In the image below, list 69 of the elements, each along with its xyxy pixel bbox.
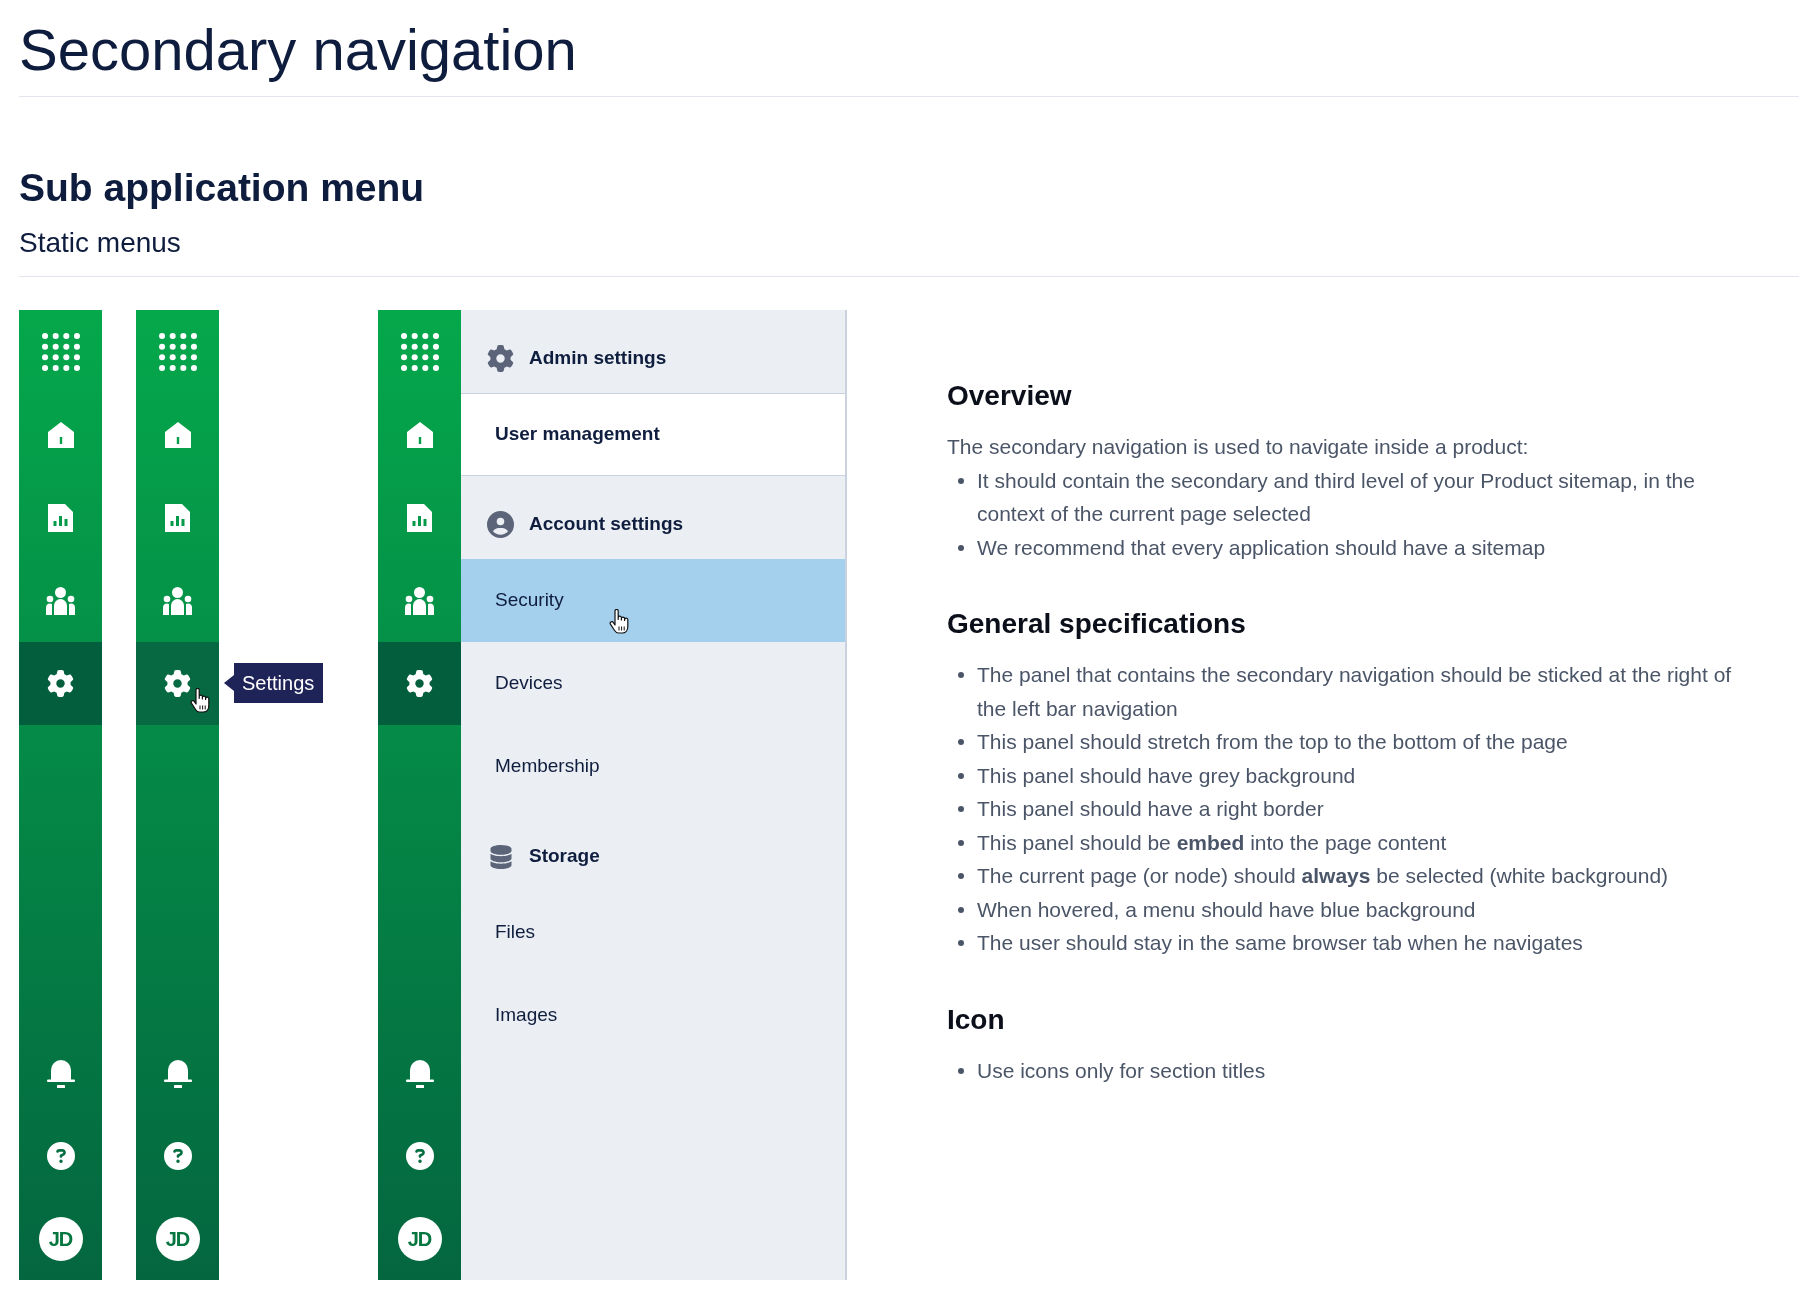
bell-icon (163, 1057, 192, 1088)
section-subtitle: Static menus (19, 229, 182, 257)
bullet-icon (958, 739, 964, 745)
menu-item[interactable]: Membership (461, 725, 845, 808)
avatar[interactable]: JD (38, 1216, 83, 1261)
hand-cursor-icon (190, 688, 210, 713)
menu-item[interactable]: Security (461, 559, 845, 642)
bullet-icon (958, 477, 964, 484)
dots-grid-icon (41, 332, 80, 371)
help-icon (163, 1141, 192, 1170)
home-icon (406, 421, 433, 448)
avatar[interactable]: JD (397, 1216, 442, 1261)
doc-heading: General specifications (947, 607, 1247, 641)
list-item-text: When hovered, a menu should have blue background (977, 896, 1477, 923)
help-icon (405, 1141, 434, 1170)
section-title: Sub application menu (19, 168, 426, 207)
doc-heading: Icon (947, 1002, 1006, 1037)
list-item-text: The user should stay in the same browser tab when he navigates (977, 930, 1584, 956)
menu-item[interactable]: User management (461, 393, 845, 476)
people-icon (163, 586, 192, 615)
list-item-text: The panel that contains the secondary navigation should be sticked at the right of the left bar navigation (977, 662, 1733, 722)
chart-document-icon (407, 503, 432, 532)
help-icon (46, 1141, 75, 1170)
menu-item[interactable]: Images (461, 974, 845, 1057)
avatar[interactable]: JD (155, 1216, 200, 1261)
list-item-text: This panel should have grey background (977, 762, 1357, 789)
bullet-icon (958, 772, 964, 779)
home-icon (47, 421, 74, 448)
bullet-icon (958, 672, 964, 678)
chart-document-icon (48, 503, 73, 532)
bullet-icon (958, 906, 964, 913)
bullet-icon (958, 806, 964, 812)
list-item-text: This panel should have a right border (977, 796, 1325, 822)
menu-section-title: Admin settings (529, 346, 667, 371)
bell-icon (46, 1057, 75, 1088)
settings-button[interactable] (19, 642, 102, 725)
bullet-icon (958, 1067, 964, 1074)
menu-section-title: Account settings (529, 512, 684, 537)
tooltip: Settings (224, 663, 324, 703)
people-icon (405, 586, 434, 615)
settings-icon (487, 345, 514, 372)
list-item-text: It should contain the secondary and third level of your Product sitemap, in the context of the current page selected (977, 467, 1696, 527)
bullet-icon (958, 544, 964, 551)
list-item-text: This panel should be embed into the page content (977, 829, 1448, 856)
settings-button[interactable] (136, 642, 219, 725)
database-icon (488, 844, 513, 869)
list-item-text: Use icons only for section titles (977, 1057, 1267, 1084)
settings-icon (164, 670, 191, 697)
chart-document-icon (165, 503, 190, 532)
dots-grid-icon (400, 332, 439, 371)
bullet-icon (958, 873, 964, 879)
settings-icon (406, 670, 433, 697)
home-icon (164, 421, 191, 448)
list-item-text: This panel should stretch from the top to the bottom of the page (977, 729, 1569, 755)
doc-paragraph: The secondary navigation is used to navigate inside a product: (947, 434, 1530, 460)
menu-item[interactable]: Files (461, 891, 845, 974)
dots-grid-icon (158, 332, 197, 371)
menu-section-title: Storage (529, 844, 600, 869)
list-item-text: We recommend that every application should have a sitemap (977, 534, 1547, 561)
hand-cursor-icon (609, 609, 629, 634)
bullet-icon (958, 839, 964, 846)
doc-heading: Overview (947, 379, 1073, 413)
settings-button[interactable] (378, 642, 461, 725)
list-item-text: The current page (or node) should always be selected (white background) (977, 863, 1670, 889)
people-icon (46, 586, 75, 615)
bullet-icon (958, 940, 964, 946)
bell-icon (405, 1057, 434, 1088)
settings-icon (47, 670, 74, 697)
menu-item[interactable]: Devices (461, 642, 845, 725)
